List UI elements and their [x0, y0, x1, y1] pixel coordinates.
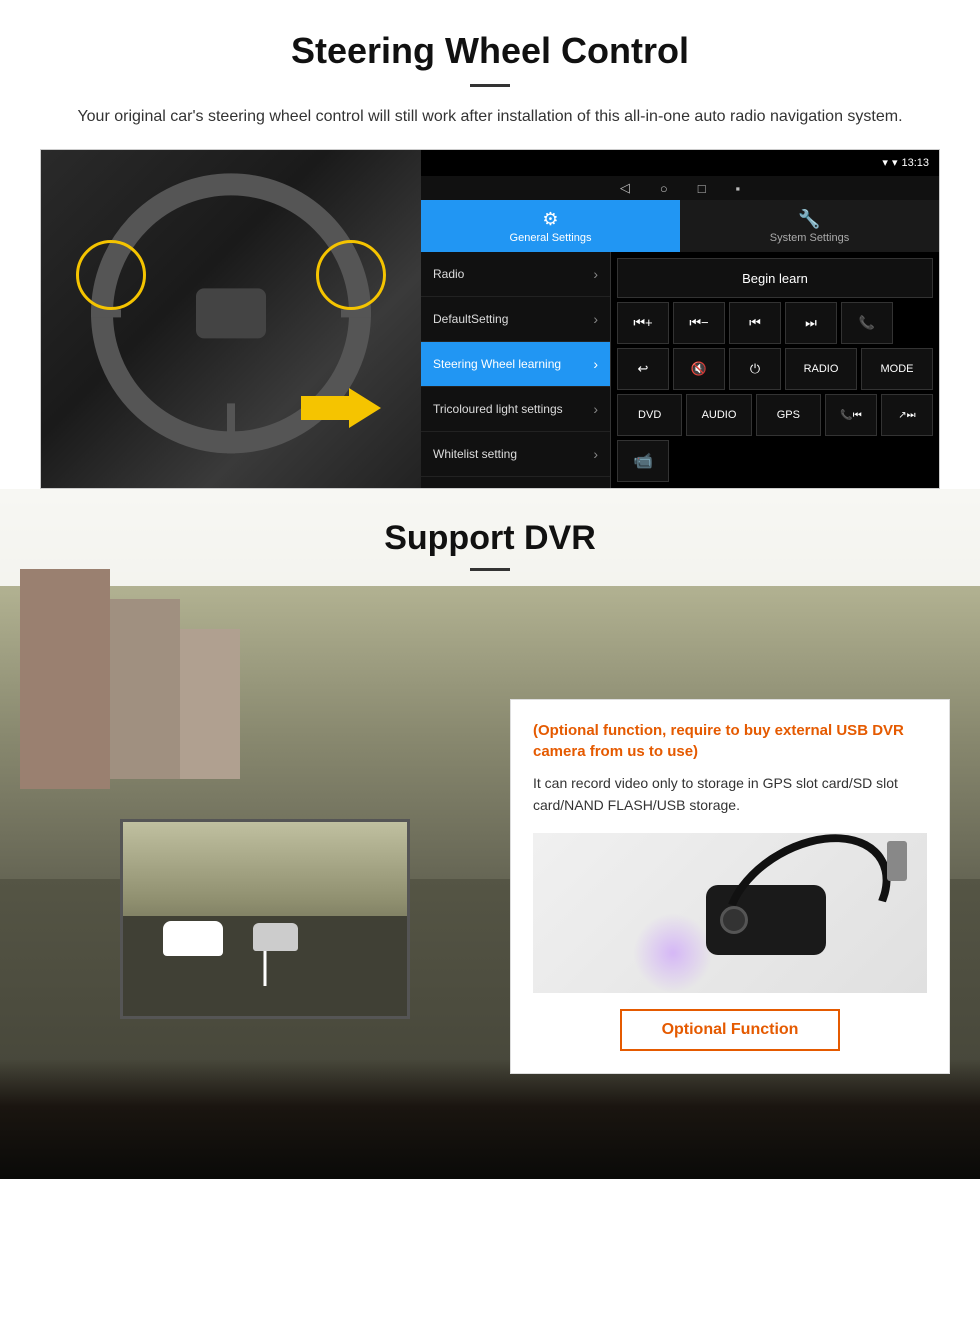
- steering-wheel-photo: [41, 150, 421, 488]
- tab-system-label: System Settings: [770, 232, 849, 244]
- status-time: 13:13: [901, 157, 929, 169]
- battery-icon: ▾: [882, 156, 888, 169]
- next-icon: ⏭: [805, 315, 817, 331]
- arrow-shape: [301, 388, 381, 428]
- menu-nav-icon[interactable]: ▪: [736, 181, 741, 196]
- tab-general-settings[interactable]: ⚙ General Settings: [421, 200, 680, 252]
- menu-item-steering-wheel[interactable]: Steering Wheel learning ›: [421, 342, 610, 387]
- menu-item-defaultsetting[interactable]: DefaultSetting ›: [421, 297, 610, 342]
- call-button[interactable]: 📞: [841, 302, 893, 344]
- title-divider: [470, 84, 510, 87]
- menu-arrow-icon: ›: [593, 311, 598, 327]
- car-dashboard: [0, 1059, 980, 1179]
- steering-controls: Begin learn ⏮+ ⏮− ⏮ ⏭ 📞 ↩ 🔇 ⏻: [611, 252, 939, 488]
- dvr-product-image: [533, 833, 927, 993]
- vol-minus-button[interactable]: ⏮−: [673, 302, 725, 344]
- wheel-spoke-bottom: [227, 403, 235, 453]
- controls-row-4: 📹: [617, 440, 933, 482]
- menu-radio-label: Radio: [433, 267, 464, 281]
- menu-whitelist-label: Whitelist setting: [433, 447, 517, 461]
- android-screen: ▾ ▾ 13:13 ◁ ○ □ ▪ ⚙ General Settings �: [421, 150, 939, 488]
- menu-arrow-icon: ›: [593, 401, 598, 417]
- prev-call-button[interactable]: 📞⏮: [825, 394, 877, 436]
- next-skip-button[interactable]: ↗⏭: [881, 394, 933, 436]
- highlight-circle-left: [76, 240, 146, 310]
- controls-row-3: DVD AUDIO GPS 📞⏮ ↗⏭: [617, 394, 933, 436]
- building-1: [20, 569, 110, 789]
- menu-item-tricoloured[interactable]: Tricoloured light settings ›: [421, 387, 610, 432]
- steering-title: Steering Wheel Control: [40, 30, 940, 72]
- screenshot-car-2: [253, 923, 298, 951]
- dvr-description: It can record video only to storage in G…: [533, 772, 927, 817]
- statusbar-icons: ▾ ▾ 13:13: [882, 156, 929, 169]
- vol-minus-icon: ⏮−: [689, 315, 708, 331]
- dvd-button[interactable]: DVD: [617, 394, 682, 436]
- dvr-section: Support DVR (Optional function, require …: [0, 489, 980, 1179]
- dvr-info-card: (Optional function, require to buy exter…: [510, 699, 950, 1074]
- screenshot-car-1: [163, 921, 223, 956]
- begin-learn-button[interactable]: Begin learn: [617, 258, 933, 298]
- gps-button[interactable]: GPS: [756, 394, 821, 436]
- android-tabs: ⚙ General Settings 🔧 System Settings: [421, 200, 939, 252]
- mode-button[interactable]: MODE: [861, 348, 933, 390]
- call-icon: 📞: [859, 315, 875, 331]
- menu-steering-label: Steering Wheel learning: [433, 357, 561, 371]
- wheel-center-hub: [196, 288, 266, 338]
- radio-button[interactable]: RADIO: [785, 348, 857, 390]
- wheel-spoke-left: [91, 309, 121, 317]
- steering-section: Steering Wheel Control Your original car…: [0, 0, 980, 489]
- tab-system-settings[interactable]: 🔧 System Settings: [680, 200, 939, 252]
- building-2: [110, 599, 180, 779]
- wheel-spoke-right: [341, 309, 371, 317]
- dvr-optional-notice: (Optional function, require to buy exter…: [533, 720, 927, 762]
- recents-nav-icon[interactable]: □: [698, 181, 706, 196]
- prev-track-button[interactable]: ⏮: [729, 302, 781, 344]
- dvr-background: Support DVR (Optional function, require …: [0, 489, 980, 1179]
- android-statusbar: ▾ ▾ 13:13: [421, 150, 939, 176]
- vol-plus-icon: ⏮+: [633, 315, 652, 331]
- back-nav-icon[interactable]: ◁: [620, 180, 630, 196]
- android-navbar: ◁ ○ □ ▪: [421, 176, 939, 200]
- settings-menu: Radio › DefaultSetting › Steering Wheel …: [421, 252, 611, 488]
- optional-function-button[interactable]: Optional Function: [620, 1009, 840, 1051]
- mute-icon: 🔇: [691, 361, 707, 377]
- dvr-light-effect: [633, 913, 713, 993]
- highlight-circle-right: [316, 240, 386, 310]
- steering-subtitle: Your original car's steering wheel contr…: [65, 105, 915, 129]
- hangup-button[interactable]: ↩: [617, 348, 669, 390]
- menu-tricoloured-label: Tricoloured light settings: [433, 402, 563, 416]
- begin-learn-row: Begin learn: [617, 258, 933, 298]
- dvr-camera-screenshot: [120, 819, 410, 1019]
- hangup-icon: ↩: [638, 361, 649, 377]
- next-track-button[interactable]: ⏭: [785, 302, 837, 344]
- prev-icon: ⏮: [749, 315, 761, 331]
- gear-icon: ⚙: [542, 209, 558, 230]
- system-icon: 🔧: [798, 209, 820, 230]
- menu-arrow-icon: ›: [593, 356, 598, 372]
- wifi-icon: ▾: [892, 156, 898, 169]
- mute-button[interactable]: 🔇: [673, 348, 725, 390]
- dvr-usb-cable: [699, 833, 915, 993]
- vol-plus-button[interactable]: ⏮+: [617, 302, 669, 344]
- audio-button[interactable]: AUDIO: [686, 394, 751, 436]
- power-icon: ⏻: [750, 361, 760, 377]
- tab-general-label: General Settings: [510, 232, 592, 244]
- dvr-usb-plug: [887, 841, 907, 881]
- android-content-area: Radio › DefaultSetting › Steering Wheel …: [421, 252, 939, 488]
- building-3: [180, 629, 240, 779]
- menu-arrow-icon: ›: [593, 266, 598, 282]
- arrow-indicator: [301, 388, 401, 448]
- dvr-record-button[interactable]: 📹: [617, 440, 669, 482]
- menu-item-radio[interactable]: Radio ›: [421, 252, 610, 297]
- home-nav-icon[interactable]: ○: [660, 181, 668, 196]
- controls-row-2: ↩ 🔇 ⏻ RADIO MODE: [617, 348, 933, 390]
- android-ui-mockup: ▾ ▾ 13:13 ◁ ○ □ ▪ ⚙ General Settings �: [40, 149, 940, 489]
- power-button[interactable]: ⏻: [729, 348, 781, 390]
- controls-row-1: ⏮+ ⏮− ⏮ ⏭ 📞: [617, 302, 933, 344]
- menu-arrow-icon: ›: [593, 446, 598, 462]
- menu-default-label: DefaultSetting: [433, 312, 508, 326]
- menu-item-whitelist[interactable]: Whitelist setting ›: [421, 432, 610, 477]
